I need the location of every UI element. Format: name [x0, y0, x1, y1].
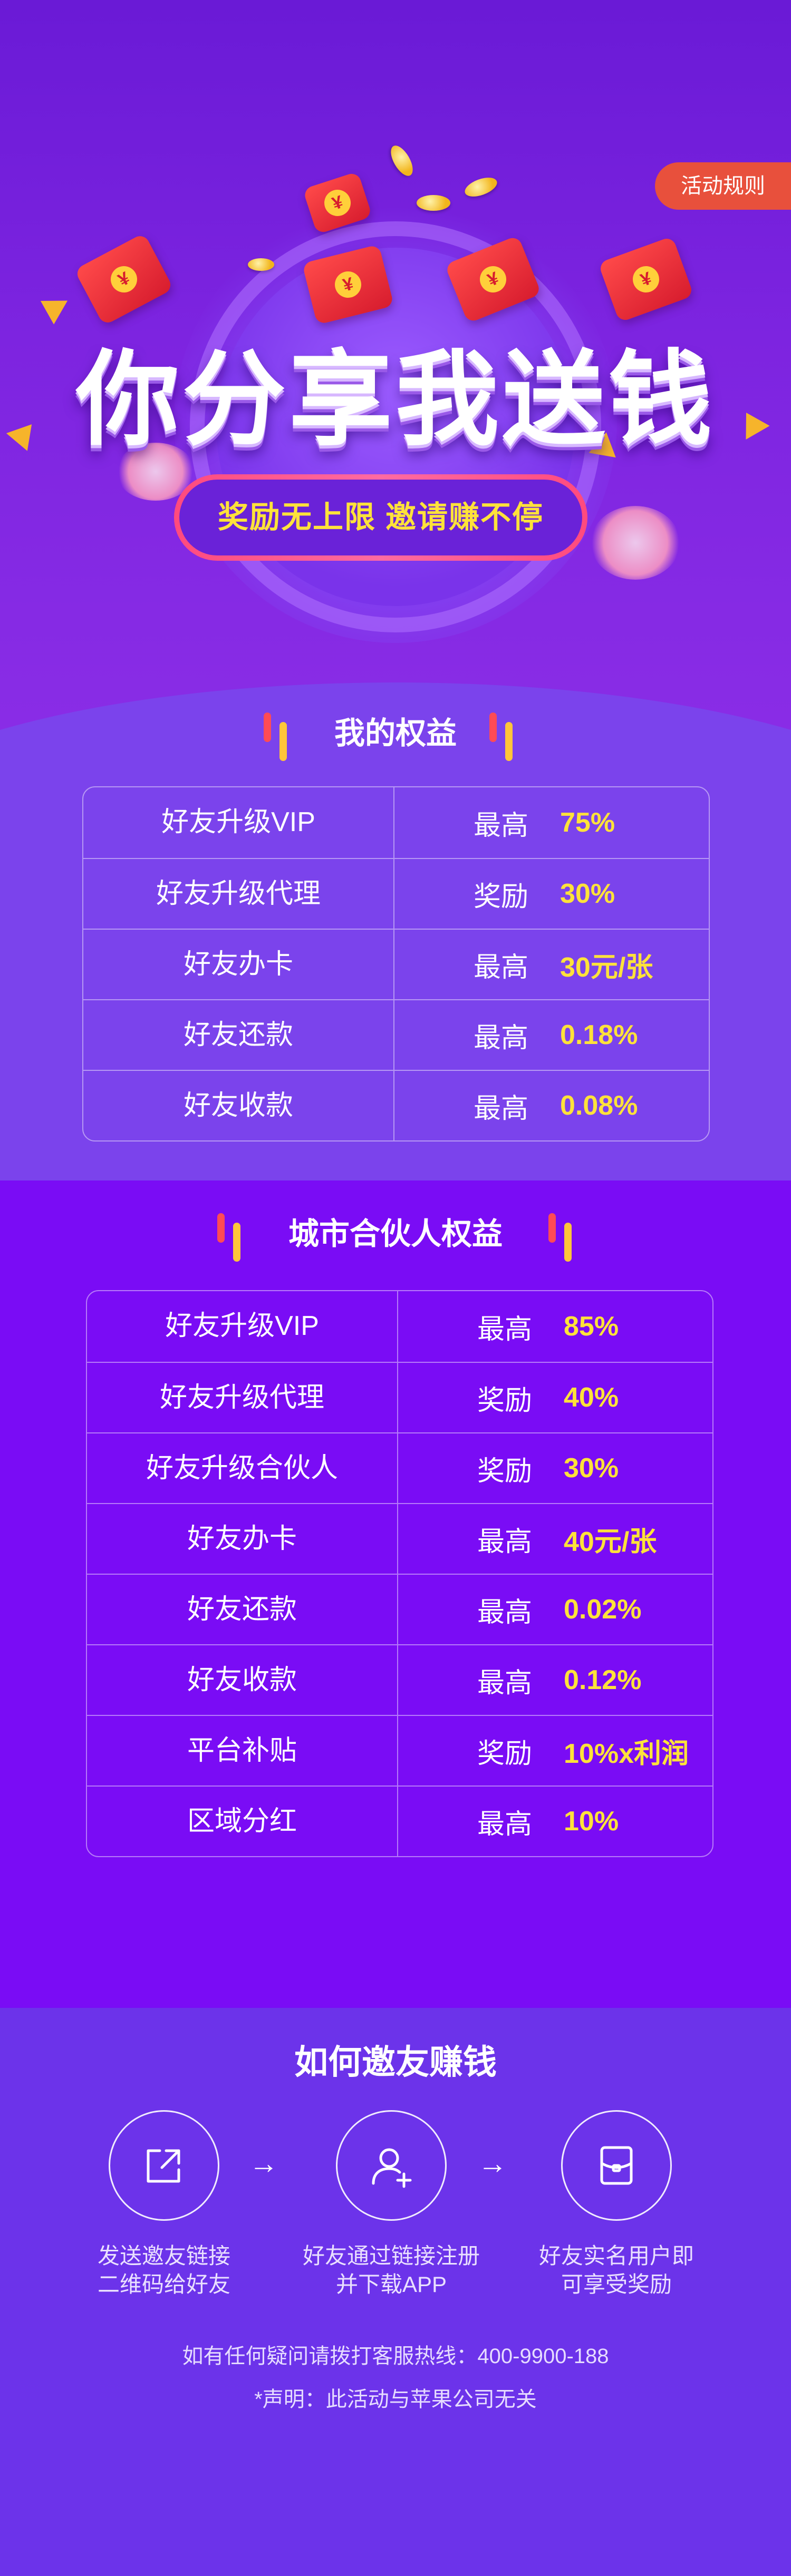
- benefit-reward: 最高 0.08%: [394, 1071, 709, 1140]
- step-1-icon: [109, 2110, 219, 2221]
- reward-label: 最高: [477, 1597, 533, 1628]
- my-rights-table: 好友升级VIP 最高 75% 好友升级代理 奖励 30% 好友办卡 最高 30元/张 好友还款 最高…: [82, 786, 710, 1141]
- reward-value: 85%: [564, 1311, 619, 1342]
- hotline-text: 如有任何疑问请拨打客服热线：400-9900-188: [182, 2345, 609, 2368]
- reward-value: 0.18%: [560, 1020, 638, 1050]
- my-rights-heading: 我的权益: [334, 716, 457, 750]
- arrow-icon: →: [249, 2146, 278, 2180]
- step-1-text: 发送邀友链接 二维码给好友: [97, 2243, 230, 2297]
- step-3-text: 好友实名用户即 可享受奖励: [538, 2243, 694, 2297]
- red-envelope-icon: [74, 232, 174, 326]
- add-user-icon: [372, 2148, 412, 2188]
- table-row: 好友收款 最高 0.08%: [83, 1070, 709, 1140]
- benefit-name: 好友升级合伙人: [87, 1433, 398, 1503]
- reward-value: 0.12%: [564, 1665, 642, 1695]
- benefit-reward: 最高 0.18%: [394, 1000, 709, 1070]
- coin-icon: [248, 258, 274, 271]
- benefit-name: 好友升级代理: [83, 859, 394, 929]
- reward-label: 最高: [477, 1667, 533, 1699]
- red-envelope-icon: [598, 236, 694, 323]
- table-row: 区域分红 最高 10%: [87, 1785, 712, 1856]
- table-row: 平台补贴 奖励 10%x利润: [87, 1715, 712, 1785]
- reward-value: 40元/张: [564, 1526, 657, 1557]
- benefit-reward: 最高 0.12%: [398, 1645, 712, 1715]
- reward-label: 最高: [477, 1809, 533, 1840]
- reward-label: 奖励: [477, 1385, 533, 1416]
- table-row: 好友升级代理 奖励 30%: [83, 858, 709, 929]
- reward-value: 30%: [560, 879, 615, 909]
- benefit-reward: 奖励 30%: [398, 1433, 712, 1503]
- benefit-name: 好友办卡: [83, 930, 394, 999]
- table-row: 好友升级VIP 最高 75%: [83, 787, 709, 858]
- coin-icon: [387, 142, 417, 180]
- reward-label: 最高: [474, 1022, 529, 1053]
- benefit-name: 好友升级VIP: [83, 787, 394, 858]
- step-3-icon: [561, 2110, 672, 2221]
- how-heading: 如何邀友赚钱: [294, 2043, 497, 2081]
- reward-label: 最高: [477, 1314, 533, 1345]
- benefit-name: 好友收款: [83, 1071, 394, 1140]
- step-2-text: 好友通过链接注册 并下载APP: [302, 2243, 480, 2297]
- benefit-name: 好友还款: [83, 1000, 394, 1070]
- partner-rights-heading: 城市合伙人权益: [288, 1217, 503, 1251]
- benefit-name: 好友升级VIP: [87, 1291, 398, 1362]
- coin-icon: [417, 195, 450, 211]
- reward-value: 0.02%: [564, 1594, 642, 1625]
- arrow-icon: →: [478, 2146, 507, 2180]
- benefit-name: 好友还款: [87, 1575, 398, 1644]
- reward-label: 最高: [474, 810, 529, 841]
- reward-label: 奖励: [474, 881, 529, 912]
- reward-value: 10%x利润: [564, 1738, 689, 1769]
- benefit-reward: 最高 0.02%: [398, 1575, 712, 1644]
- reward-value: 75%: [560, 807, 615, 838]
- partner-rights-table: 好友升级VIP 最高 85% 好友升级代理 奖励 40% 好友升级合伙人 奖励 30% 好友办卡最…: [86, 1290, 713, 1857]
- table-row: 好友还款 最高 0.18%: [83, 999, 709, 1070]
- reward-label: 最高: [474, 952, 529, 983]
- benefit-reward: 最高 10%: [398, 1787, 712, 1856]
- slogan-text: 奖励无上限 邀请赚不停: [179, 480, 582, 555]
- benefit-name: 好友办卡: [87, 1504, 398, 1574]
- hero-banner: 活动规则 你分享我送钱 奖励无上限 邀请赚不停: [0, 0, 791, 748]
- reward-value: 30元/张: [560, 952, 653, 983]
- table-row: 好友办卡 最高 40元/张: [87, 1503, 712, 1574]
- reward-value: 0.08%: [560, 1090, 638, 1121]
- reward-label: 奖励: [477, 1456, 533, 1487]
- page-title: 你分享我送钱: [75, 340, 715, 460]
- benefit-name: 区域分红: [87, 1787, 398, 1856]
- disclaimer-text: *声明：此活动与苹果公司无关: [254, 2388, 537, 2411]
- red-envelope-icon: [600, 2146, 633, 2185]
- benefit-reward: 最高 75%: [394, 787, 709, 858]
- reward-label: 奖励: [477, 1738, 533, 1769]
- partner-rights-section: 城市合伙人权益 好友升级VIP 最高 85% 好友升级代理 奖励 40% 好友升级合伙人 奖励…: [0, 1180, 791, 2008]
- benefit-reward: 最高 85%: [398, 1291, 712, 1362]
- petal: [591, 506, 680, 580]
- reward-value: 40%: [564, 1382, 619, 1413]
- benefit-reward: 奖励 10%x利润: [398, 1716, 712, 1785]
- rules-button[interactable]: 活动规则: [655, 162, 791, 210]
- benefit-name: 平台补贴: [87, 1716, 398, 1785]
- reward-value: 10%: [564, 1806, 619, 1837]
- table-row: 好友升级合伙人 奖励 30%: [87, 1432, 712, 1503]
- reward-value: 30%: [564, 1453, 619, 1484]
- reward-label: 最高: [474, 1093, 529, 1124]
- table-row: 好友收款 最高 0.12%: [87, 1644, 712, 1715]
- benefit-name: 好友收款: [87, 1645, 398, 1715]
- my-rights-section: 我的权益 好友升级VIP 最高 75% 好友升级代理 奖励 30% 好友办卡 最高 30元/张好…: [0, 713, 791, 1180]
- table-row: 好友升级VIP 最高 85%: [87, 1291, 712, 1362]
- slogan-badge: 奖励无上限 邀请赚不停: [174, 474, 587, 561]
- coin-icon: [462, 173, 500, 201]
- step-2-icon: [336, 2110, 447, 2221]
- benefit-name: 好友升级代理: [87, 1363, 398, 1432]
- benefit-reward: 最高 30元/张: [394, 930, 709, 999]
- table-row: 好友升级代理 奖励 40%: [87, 1362, 712, 1432]
- benefit-reward: 最高 40元/张: [398, 1504, 712, 1574]
- share-icon: [147, 2149, 180, 2183]
- benefit-reward: 奖励 40%: [398, 1363, 712, 1432]
- table-row: 好友还款 最高 0.02%: [87, 1574, 712, 1644]
- benefit-reward: 奖励 30%: [394, 859, 709, 929]
- table-row: 好友办卡 最高 30元/张: [83, 929, 709, 999]
- reward-label: 最高: [477, 1526, 533, 1557]
